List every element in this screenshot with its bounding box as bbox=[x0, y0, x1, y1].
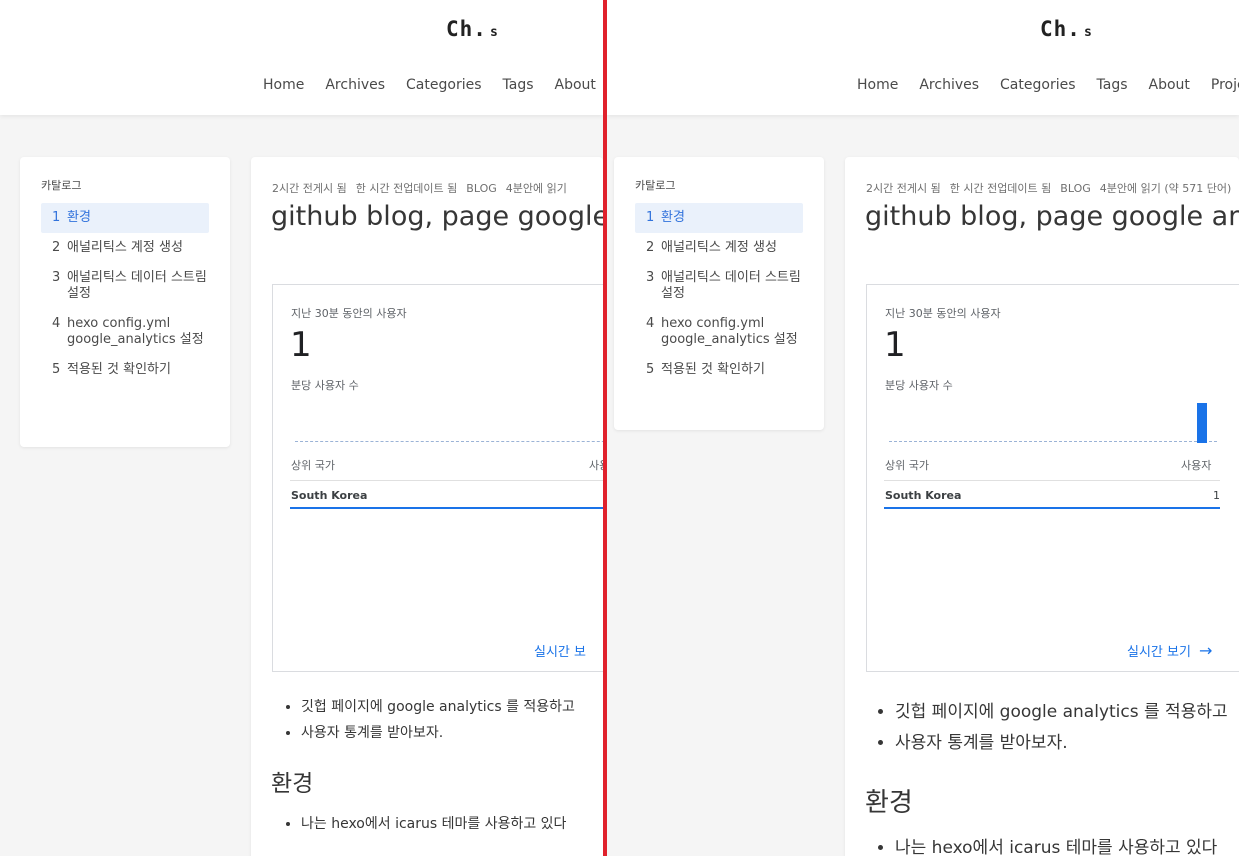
nav-categories[interactable]: Categories bbox=[1000, 77, 1075, 93]
intro-list: 깃헙 페이지에 google analytics 를 적용하고 사용자 통계를 … bbox=[877, 697, 1228, 759]
toc-item-5[interactable]: 5 적용된 것 확인하기 bbox=[635, 355, 803, 385]
site-logo[interactable]: Ch. s bbox=[1040, 17, 1092, 41]
nav-tags[interactable]: Tags bbox=[503, 77, 534, 93]
toc-item-4[interactable]: 4 hexo config.yml google_analytics 설정 bbox=[41, 309, 209, 355]
list-item: 나는 hexo에서 icarus 테마를 사용하고 있다 bbox=[895, 833, 1217, 856]
ga-value: 1 bbox=[884, 325, 906, 365]
toc-item-1[interactable]: 1 환경 bbox=[635, 203, 803, 233]
site-header: Ch. s Home Archives Categories Tags About… bbox=[607, 0, 1239, 115]
ga-per-minute-label: 분당 사용자 수 bbox=[885, 379, 953, 392]
toc-title: 카탈로그 bbox=[41, 179, 82, 192]
intro-list: 깃헙 페이지에 google analytics 를 적용하고 사용자 통계를 … bbox=[283, 694, 575, 746]
left-pane: Ch. s Home Archives Categories Tags About… bbox=[0, 0, 603, 856]
ga-country-bar bbox=[884, 507, 1220, 509]
ga-country-row: South Korea bbox=[291, 489, 368, 502]
ga-realtime-card: 지난 30분 동안의 사용자 1 분당 사용자 수 상위 국가 사용자 Sout… bbox=[866, 284, 1239, 672]
meta-readtime: 4분안에 읽기 (약 571 단어) bbox=[1099, 182, 1232, 195]
ga-bar-chart bbox=[295, 441, 603, 443]
toc-list: 1 환경 2 애널리틱스 계정 생성 3 애널리틱스 데이터 스트림 설정 4 hexo… bbox=[41, 203, 209, 385]
toc-item-2[interactable]: 2 애널리틱스 계정 생성 bbox=[41, 233, 209, 263]
toc-title: 카탈로그 bbox=[635, 179, 676, 192]
meta-updated: 한 시간 전업데이트 됨 bbox=[355, 182, 458, 195]
toc-item-3[interactable]: 3 애널리틱스 데이터 스트림 설정 bbox=[635, 263, 803, 309]
section-heading: 환경 bbox=[271, 771, 314, 797]
list-item: 나는 hexo에서 icarus 테마를 사용하고 있다 bbox=[301, 811, 566, 837]
post-title: github blog, page google analytics bbox=[271, 201, 603, 232]
nav-home[interactable]: Home bbox=[857, 77, 898, 93]
ga-users-label: 사용자 bbox=[1181, 459, 1212, 472]
meta-posted: 2시간 전게시 됨 bbox=[272, 182, 347, 195]
toc-item-5[interactable]: 5 적용된 것 확인하기 bbox=[41, 355, 209, 385]
ga-label: 지난 30분 동안의 사용자 bbox=[291, 307, 407, 320]
list-item: 깃헙 페이지에 google analytics 를 적용하고 bbox=[301, 694, 575, 720]
main-nav: Home Archives Categories Tags About Proj… bbox=[857, 77, 1239, 93]
ga-minute-bar bbox=[1197, 403, 1207, 443]
ga-divider bbox=[290, 480, 603, 481]
nav-project[interactable]: Project bbox=[1211, 77, 1239, 93]
toc-item-2[interactable]: 2 애널리틱스 계정 생성 bbox=[635, 233, 803, 263]
main-nav: Home Archives Categories Tags About bbox=[263, 77, 596, 93]
post-card: 2시간 전게시 됨 한 시간 전업데이트 됨 BLOG 4분안에 읽기 github … bbox=[251, 157, 603, 856]
ga-bar-chart bbox=[889, 441, 1217, 443]
right-pane: Ch. s Home Archives Categories Tags About… bbox=[607, 0, 1239, 856]
meta-posted: 2시간 전게시 됨 bbox=[866, 182, 941, 195]
toc-item-1[interactable]: 1 환경 bbox=[41, 203, 209, 233]
nav-about[interactable]: About bbox=[555, 77, 596, 93]
toc-item-3[interactable]: 3 애널리틱스 데이터 스트림 설정 bbox=[41, 263, 209, 309]
ga-country-bar bbox=[290, 507, 603, 509]
section-heading: 환경 bbox=[865, 788, 913, 818]
nav-tags[interactable]: Tags bbox=[1097, 77, 1128, 93]
site-logo[interactable]: Ch. s bbox=[446, 17, 498, 41]
ga-per-minute-label: 분당 사용자 수 bbox=[291, 379, 359, 392]
meta-category[interactable]: BLOG bbox=[1060, 182, 1090, 195]
nav-archives[interactable]: Archives bbox=[325, 77, 385, 93]
list-item: 사용자 통계를 받아보자. bbox=[301, 720, 575, 746]
meta-category[interactable]: BLOG bbox=[466, 182, 496, 195]
list-item: 사용자 통계를 받아보자. bbox=[895, 728, 1228, 759]
post-meta: 2시간 전게시 됨 한 시간 전업데이트 됨 BLOG 4분안에 읽기 (약 571 … bbox=[866, 180, 1239, 196]
ga-realtime-link[interactable]: 실시간 보 bbox=[534, 641, 586, 660]
ga-realtime-card: 지난 30분 동안의 사용자 1 분당 사용자 수 상위 국가 사용자 Sout… bbox=[272, 284, 603, 672]
arrow-right-icon: → bbox=[1198, 641, 1213, 660]
ga-value: 1 bbox=[290, 325, 312, 365]
ga-realtime-link[interactable]: 실시간 보기 → bbox=[1127, 641, 1212, 660]
section-list: 나는 hexo에서 icarus 테마를 사용하고 있다 bbox=[283, 811, 566, 837]
ga-top-country-label: 상위 국가 bbox=[291, 459, 335, 472]
toc-item-4[interactable]: 4 hexo config.yml google_analytics 설정 bbox=[635, 309, 803, 355]
ga-country-row: South Korea bbox=[885, 489, 962, 502]
post-title: github blog, page google analytics bbox=[865, 201, 1239, 232]
toc-card: 카탈로그 1 환경 2 애널리틱스 계정 생성 3 애널리틱스 데이터 스트림 설정 … bbox=[614, 157, 824, 430]
ga-country-value: 1 bbox=[1213, 489, 1220, 502]
ga-label: 지난 30분 동안의 사용자 bbox=[885, 307, 1001, 320]
list-item: 깃헙 페이지에 google analytics 를 적용하고 bbox=[895, 697, 1228, 728]
nav-home[interactable]: Home bbox=[263, 77, 304, 93]
toc-list: 1 환경 2 애널리틱스 계정 생성 3 애널리틱스 데이터 스트림 설정 4 hexo… bbox=[635, 203, 803, 385]
post-meta: 2시간 전게시 됨 한 시간 전업데이트 됨 BLOG 4분안에 읽기 bbox=[272, 180, 576, 196]
meta-updated: 한 시간 전업데이트 됨 bbox=[949, 182, 1052, 195]
nav-about[interactable]: About bbox=[1149, 77, 1190, 93]
post-card: 2시간 전게시 됨 한 시간 전업데이트 됨 BLOG 4분안에 읽기 (약 571 … bbox=[845, 157, 1239, 856]
nav-categories[interactable]: Categories bbox=[406, 77, 481, 93]
meta-readtime: 4분안에 읽기 bbox=[505, 182, 567, 195]
ga-users-label: 사용자 bbox=[589, 459, 603, 472]
site-header: Ch. s Home Archives Categories Tags About bbox=[0, 0, 603, 115]
toc-card: 카탈로그 1 환경 2 애널리틱스 계정 생성 3 애널리틱스 데이터 스트림 설정 … bbox=[20, 157, 230, 447]
section-list: 나는 hexo에서 icarus 테마를 사용하고 있다 bbox=[877, 833, 1217, 856]
ga-top-country-label: 상위 국가 bbox=[885, 459, 929, 472]
ga-divider bbox=[884, 480, 1220, 481]
nav-archives[interactable]: Archives bbox=[919, 77, 979, 93]
